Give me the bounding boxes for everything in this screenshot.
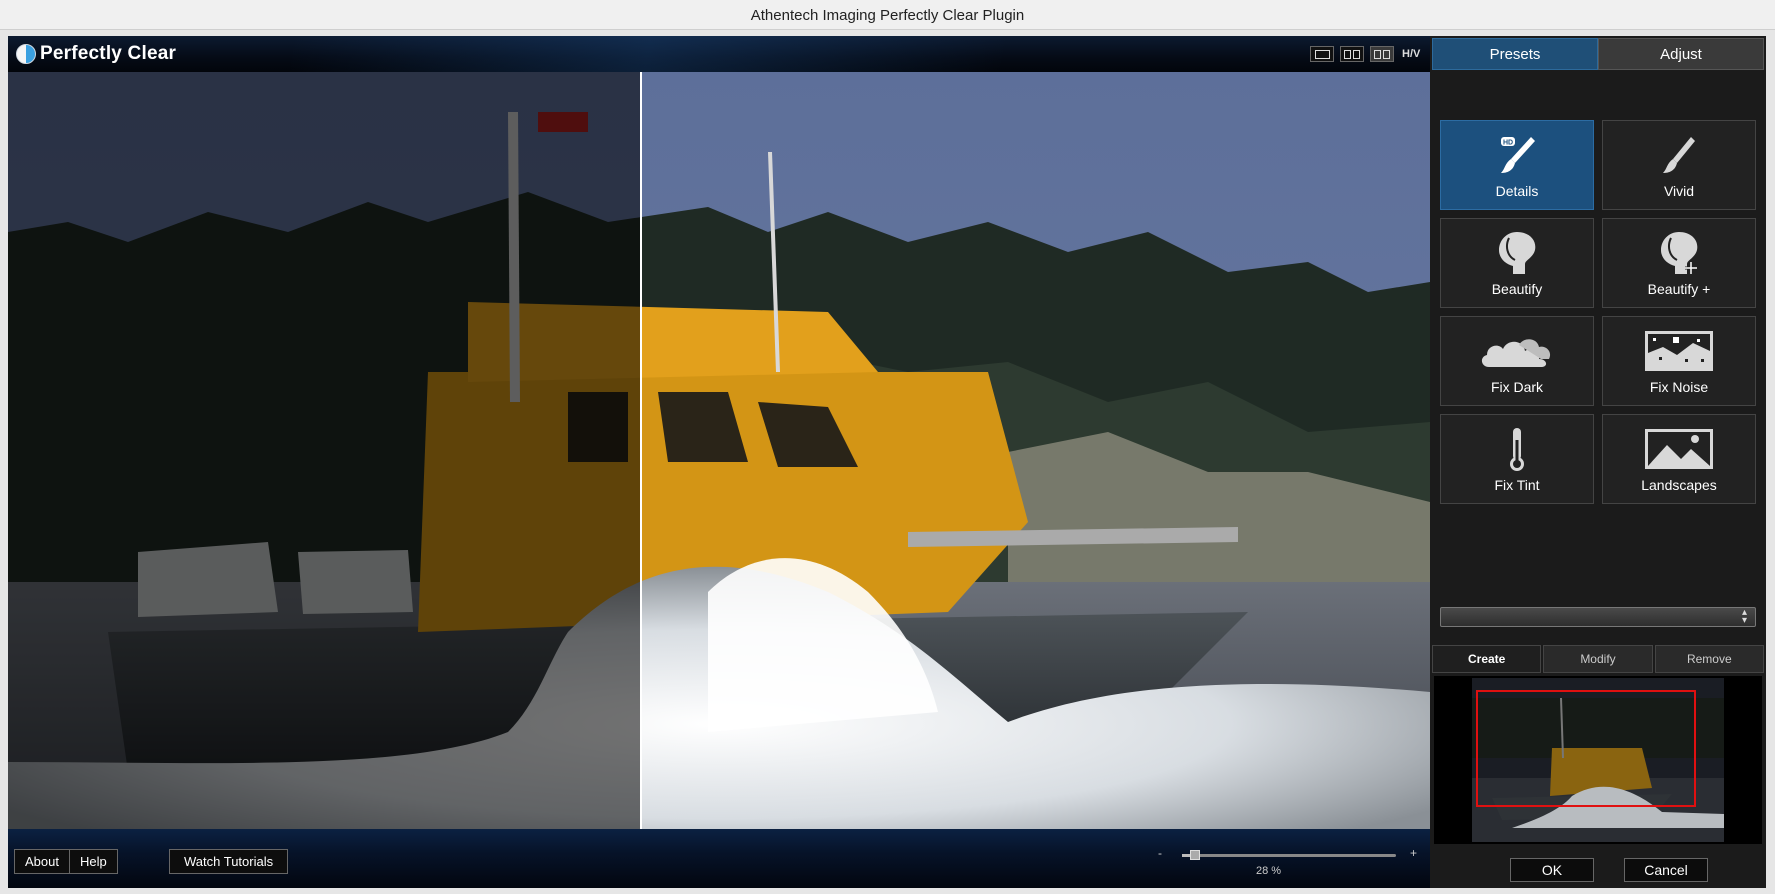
- face-profile-plus-icon: [1657, 229, 1701, 277]
- modify-button[interactable]: Modify: [1543, 645, 1653, 673]
- preset-grid: HD Details Vivid Beautify Beautify + Fix…: [1440, 120, 1757, 504]
- preset-beautify[interactable]: Beautify: [1440, 218, 1594, 308]
- create-button[interactable]: Create: [1432, 645, 1542, 673]
- face-profile-icon: [1495, 229, 1539, 277]
- preset-label: Details: [1495, 183, 1539, 199]
- zoom-slider[interactable]: [1182, 850, 1396, 860]
- boat-preview-image: [8, 72, 1430, 829]
- navigator-view-rectangle[interactable]: [1476, 690, 1696, 807]
- preset-label: Vivid: [1663, 183, 1695, 199]
- cloud-icon: [1479, 327, 1555, 375]
- preset-fix-dark[interactable]: Fix Dark: [1440, 316, 1594, 406]
- zoom-out-button[interactable]: -: [1158, 846, 1162, 860]
- window-title: Athentech Imaging Perfectly Clear Plugin: [750, 7, 1025, 24]
- preset-label: Beautify +: [1647, 281, 1711, 297]
- watch-tutorials-button[interactable]: Watch Tutorials: [169, 849, 289, 874]
- zoom-percentage: 28 %: [1256, 865, 1282, 877]
- preset-label: Fix Dark: [1490, 379, 1544, 395]
- preset-label: Beautify: [1491, 281, 1543, 297]
- landscape-icon: [1643, 425, 1715, 473]
- preset-label: Landscapes: [1641, 477, 1717, 493]
- panel-tabs: Presets Adjust: [1432, 38, 1764, 70]
- about-button[interactable]: About: [14, 849, 70, 874]
- preset-label: Fix Noise: [1649, 379, 1709, 395]
- preset-vivid[interactable]: Vivid: [1602, 120, 1756, 210]
- dialog-buttons: OK Cancel: [1430, 854, 1766, 884]
- side-by-side-icon: [1344, 49, 1360, 59]
- app-logo: Perfectly Clear: [16, 42, 176, 66]
- preset-actions: Create Modify Remove: [1432, 645, 1764, 673]
- cancel-button[interactable]: Cancel: [1624, 858, 1708, 882]
- ok-button[interactable]: OK: [1510, 858, 1594, 882]
- thermometer-icon: [1507, 425, 1527, 473]
- single-view-button[interactable]: [1310, 46, 1334, 62]
- tab-presets[interactable]: Presets: [1432, 38, 1598, 70]
- preset-dropdown[interactable]: ▴ ▾: [1440, 607, 1756, 627]
- svg-text:HD: HD: [1503, 140, 1513, 147]
- app-window: Perfectly Clear H/V About Help Watch Tut…: [8, 36, 1766, 888]
- preset-fix-noise[interactable]: Fix Noise: [1602, 316, 1756, 406]
- navigator-thumbnail[interactable]: [1434, 676, 1762, 844]
- zoom-in-button[interactable]: +: [1410, 846, 1417, 860]
- bottom-bar: About Help Watch Tutorials - + 28 %: [8, 829, 1430, 888]
- brush-hd-icon: HD: [1497, 131, 1537, 179]
- preset-beautify-plus[interactable]: Beautify +: [1602, 218, 1756, 308]
- side-by-side-view-button[interactable]: [1340, 46, 1364, 62]
- tab-adjust[interactable]: Adjust: [1598, 38, 1764, 70]
- preview-image-area[interactable]: [8, 72, 1430, 829]
- brush-icon: [1659, 131, 1699, 179]
- split-view-icon: [1374, 49, 1390, 59]
- zoom-slider-thumb[interactable]: [1190, 850, 1200, 860]
- info-buttons: About Help: [14, 849, 118, 874]
- preset-details[interactable]: HD Details: [1440, 120, 1594, 210]
- split-view-button[interactable]: [1370, 46, 1394, 62]
- logo-text: Perfectly Clear: [40, 43, 177, 64]
- help-button[interactable]: Help: [68, 849, 118, 874]
- preset-fix-tint[interactable]: Fix Tint: [1440, 414, 1594, 504]
- hv-toggle-button[interactable]: H/V: [1402, 48, 1420, 60]
- logo-icon: [16, 44, 36, 64]
- single-view-icon: [1314, 49, 1330, 59]
- dropdown-arrows-icon: ▴ ▾: [1741, 607, 1747, 626]
- preset-landscapes[interactable]: Landscapes: [1602, 414, 1756, 504]
- top-bar: Perfectly Clear H/V: [8, 36, 1430, 72]
- zoom-control: - + 28 %: [1148, 846, 1424, 881]
- window-titlebar: Athentech Imaging Perfectly Clear Plugin: [0, 0, 1775, 30]
- noise-icon: [1643, 327, 1715, 375]
- view-mode-controls: H/V: [1310, 46, 1420, 62]
- remove-button[interactable]: Remove: [1654, 645, 1764, 673]
- right-panel: Presets Adjust HD Details Vivid Beautify…: [1430, 36, 1766, 888]
- preset-label: Fix Tint: [1494, 477, 1540, 493]
